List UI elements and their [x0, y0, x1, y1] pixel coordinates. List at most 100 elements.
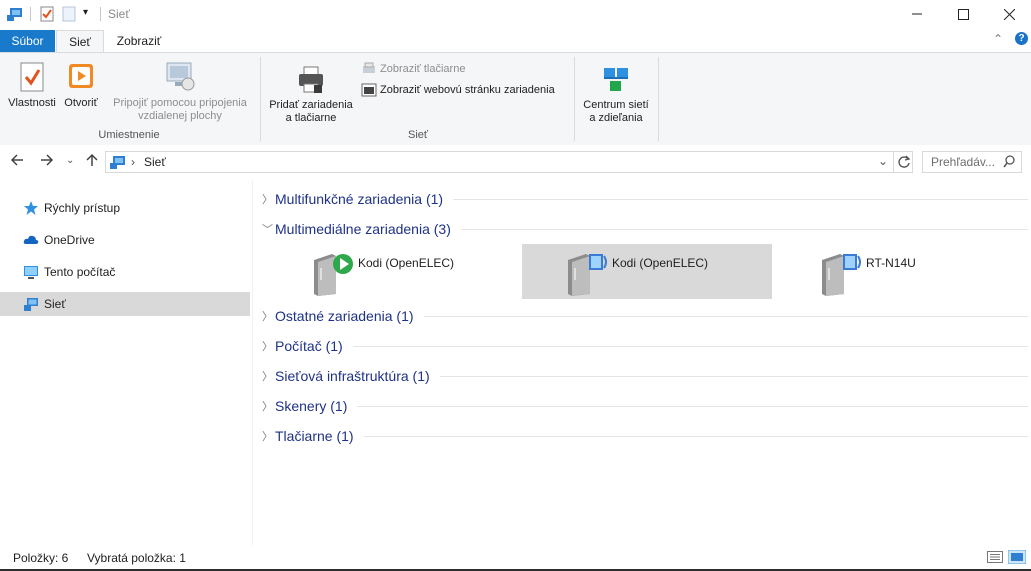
refresh-icon[interactable]	[897, 155, 911, 169]
add-devices-button[interactable]: Pridať zariadenia a tlačiarne	[265, 65, 357, 125]
sidebar-item-label: OneDrive	[44, 233, 95, 247]
group-divider	[363, 435, 1028, 437]
cloud-icon	[23, 235, 39, 244]
chevron-right-icon: 〉	[262, 431, 273, 443]
properties-icon	[20, 62, 44, 92]
tab-file[interactable]: Súbor	[0, 30, 55, 52]
device-tile[interactable]: Kodi (OpenELEC)	[268, 244, 518, 299]
collapse-ribbon-icon[interactable]: ⌃	[993, 32, 1003, 46]
sidebar-item-onedrive[interactable]: OneDrive	[0, 228, 250, 252]
group-label: Počítač (1)	[275, 338, 343, 354]
new-folder-qat-icon[interactable]	[62, 6, 76, 22]
properties-qat-icon[interactable]	[40, 6, 54, 22]
group-label-network: Sieť	[407, 129, 429, 141]
tab-network[interactable]: Sieť	[56, 30, 104, 53]
printers-small-icon	[363, 62, 375, 73]
forward-arrow-icon	[41, 154, 54, 166]
selected-count: Vybratá položka: 1	[87, 551, 186, 565]
breadcrumb-network[interactable]: Sieť	[144, 155, 166, 169]
device-label: Kodi (OpenELEC)	[612, 256, 709, 270]
sidebar-item-quick-access[interactable]: Rýchly prístup	[0, 196, 250, 220]
group-divider	[439, 375, 1028, 377]
group-header[interactable]: 〉 Ostatné zariadenia (1)	[262, 306, 1028, 326]
group-header[interactable]: 〉 Sieťová infraštruktúra (1)	[262, 366, 1028, 386]
remote-desktop-button[interactable]: Pripojiť pomocou pripojenia vzdialenej p…	[103, 61, 257, 123]
up-button[interactable]	[85, 153, 99, 170]
details-view-icon[interactable]	[987, 551, 1003, 563]
group-header[interactable]: 〉 Multifunkčné zariadenia (1)	[262, 189, 1028, 209]
network-center-icon	[604, 68, 628, 91]
navigation-bar: ⌄ › Sieť ⌄ Prehľadáv...	[0, 145, 1031, 177]
device-tile[interactable]: Kodi (OpenELEC)	[522, 244, 772, 299]
group-header[interactable]: ﹀ Multimediálne zariadenia (3)	[262, 219, 1028, 239]
open-button[interactable]: Otvoriť	[60, 61, 102, 110]
search-icon[interactable]	[1003, 155, 1016, 168]
group-header[interactable]: 〉 Skenery (1)	[262, 396, 1028, 416]
back-button[interactable]	[10, 153, 24, 170]
group-header[interactable]: 〉 Počítač (1)	[262, 336, 1028, 356]
minimize-button[interactable]	[894, 0, 940, 28]
show-device-webpage-button[interactable]: Zobraziť webovú stránku zariadenia	[361, 83, 555, 97]
show-printers-label: Zobraziť tlačiarne	[380, 63, 466, 75]
forward-button[interactable]	[40, 153, 54, 170]
qat-separator	[100, 7, 101, 21]
network-location-icon	[110, 156, 125, 169]
group-divider	[423, 315, 1028, 317]
device-label: Kodi (OpenELEC)	[358, 256, 455, 270]
breadcrumb-separator: ›	[131, 155, 135, 169]
up-arrow-icon	[86, 153, 98, 166]
add-devices-label-2: a tlačiarne	[285, 112, 337, 124]
device-label: RT-N14U	[866, 256, 916, 270]
search-placeholder: Prehľadáv...	[931, 155, 995, 169]
address-divider	[893, 152, 894, 172]
sidebar-item-this-pc[interactable]: Tento počítač	[0, 260, 250, 284]
qat-dropdown-icon[interactable]: ▾	[83, 7, 88, 18]
remote-desktop-label-2: vzdialenej plochy	[138, 110, 222, 122]
sidebar-item-label: Sieť	[44, 297, 66, 311]
address-dropdown-icon[interactable]: ⌄	[878, 154, 888, 168]
chevron-down-icon: ﹀	[262, 224, 273, 236]
media-server-icon	[568, 254, 607, 296]
network-icon	[24, 298, 38, 311]
help-icon[interactable]: ?	[1015, 32, 1028, 45]
ribbon-tabs: Súbor Sieť Zobraziť ⌃ ?	[0, 28, 1031, 53]
properties-button[interactable]: Vlastnosti	[4, 61, 60, 110]
chevron-right-icon: 〉	[262, 341, 273, 353]
recent-locations-dropdown[interactable]: ⌄	[66, 155, 74, 166]
close-button[interactable]	[986, 0, 1031, 28]
network-center-label-2: a zdieľania	[589, 112, 643, 124]
sidebar-item-network[interactable]: Sieť	[0, 292, 250, 316]
group-label: Tlačiarne (1)	[275, 428, 354, 444]
open-icon	[69, 64, 93, 88]
group-label-location: Umiestnenie	[98, 129, 160, 141]
network-sharing-center-button[interactable]: Centrum sietí a zdieľania	[578, 65, 654, 125]
large-icons-view-icon[interactable]	[1008, 550, 1026, 564]
open-label: Otvoriť	[64, 97, 98, 109]
group-label: Skenery (1)	[275, 398, 348, 414]
qat-separator	[30, 7, 31, 21]
window-title: Sieť	[108, 7, 130, 21]
group-label: Multimediálne zariadenia (3)	[275, 221, 451, 237]
ribbon-separator	[658, 57, 659, 141]
device-tile[interactable]: RT-N14U	[776, 244, 1026, 299]
chevron-right-icon: 〉	[262, 194, 273, 206]
search-box[interactable]: Prehľadáv...	[922, 151, 1022, 173]
ribbon: Vlastnosti Otvoriť Pripojiť pomocou prip…	[0, 52, 1031, 146]
network-icon[interactable]	[6, 6, 24, 22]
chevron-right-icon: 〉	[262, 401, 273, 413]
show-printers-button[interactable]: Zobraziť tlačiarne	[361, 62, 465, 76]
group-header[interactable]: 〉 Tlačiarne (1)	[262, 426, 1028, 446]
sidebar-item-label: Tento počítač	[44, 265, 116, 279]
group-label: Ostatné zariadenia (1)	[275, 308, 414, 324]
tab-view[interactable]: Zobraziť	[104, 30, 174, 52]
chevron-right-icon: 〉	[262, 311, 273, 323]
computer-icon	[24, 266, 38, 279]
remote-desktop-icon	[166, 62, 195, 91]
properties-label: Vlastnosti	[8, 97, 56, 109]
ribbon-separator	[260, 57, 261, 141]
chevron-right-icon: 〉	[262, 371, 273, 383]
maximize-button[interactable]	[940, 0, 986, 28]
group-label: Sieťová infraštruktúra (1)	[275, 368, 430, 384]
address-bar[interactable]: › Sieť ⌄	[105, 151, 913, 173]
network-center-label: Centrum sietí	[583, 99, 649, 111]
